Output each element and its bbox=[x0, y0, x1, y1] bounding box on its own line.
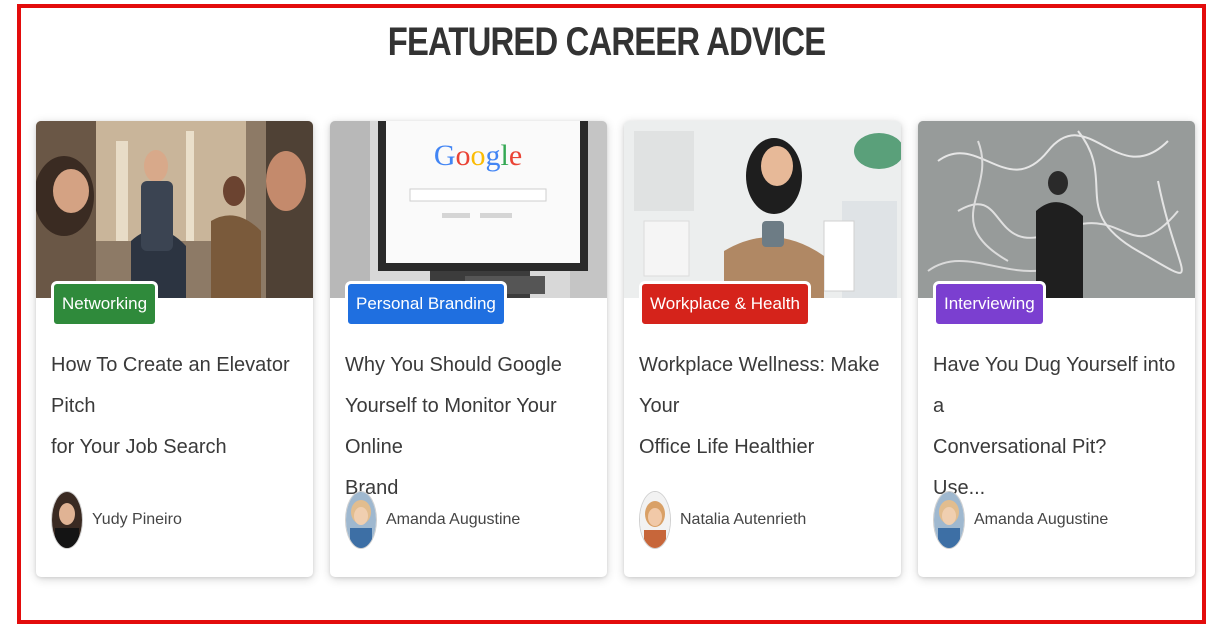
article-title[interactable]: Workplace Wellness: Make Your Office Lif… bbox=[639, 345, 894, 468]
google-logo: Google bbox=[434, 139, 522, 172]
category-badge[interactable]: Networking bbox=[51, 281, 159, 327]
section-title: FEATURED CAREER ADVICE bbox=[387, 20, 826, 64]
author-name[interactable]: Amanda Augustine bbox=[386, 511, 520, 529]
category-badge[interactable]: Interviewing bbox=[933, 281, 1046, 327]
avatar bbox=[51, 491, 83, 549]
author-name[interactable]: Yudy Pineiro bbox=[92, 511, 182, 529]
category-badge[interactable]: Personal Branding bbox=[345, 281, 507, 327]
author[interactable]: Yudy Pineiro bbox=[51, 490, 182, 550]
author[interactable]: Natalia Autenrieth bbox=[639, 490, 806, 550]
author[interactable]: Amanda Augustine bbox=[933, 490, 1108, 550]
article-title[interactable]: Have You Dug Yourself into a Conversatio… bbox=[933, 345, 1188, 509]
avatar bbox=[933, 491, 965, 549]
article-card-workplace-health[interactable]: Workplace & Health Workplace Wellness: M… bbox=[624, 121, 901, 577]
article-card-personal-branding[interactable]: Google Personal Branding Why You Should … bbox=[330, 121, 607, 577]
article-title[interactable]: How To Create an Elevator Pitch for Your… bbox=[51, 345, 306, 468]
category-badge[interactable]: Workplace & Health bbox=[639, 281, 811, 327]
article-image[interactable] bbox=[918, 121, 1195, 298]
author[interactable]: Amanda Augustine bbox=[345, 490, 520, 550]
article-card-interviewing[interactable]: Interviewing Have You Dug Yourself into … bbox=[918, 121, 1195, 577]
avatar bbox=[639, 491, 671, 549]
article-title[interactable]: Why You Should Google Yourself to Monito… bbox=[345, 345, 600, 509]
author-name[interactable]: Natalia Autenrieth bbox=[680, 511, 806, 529]
article-image[interactable] bbox=[624, 121, 901, 298]
article-image[interactable] bbox=[36, 121, 313, 298]
avatar bbox=[345, 491, 377, 549]
article-card-networking[interactable]: Networking How To Create an Elevator Pit… bbox=[36, 121, 313, 577]
author-name[interactable]: Amanda Augustine bbox=[974, 511, 1108, 529]
article-image[interactable]: Google bbox=[330, 121, 607, 298]
